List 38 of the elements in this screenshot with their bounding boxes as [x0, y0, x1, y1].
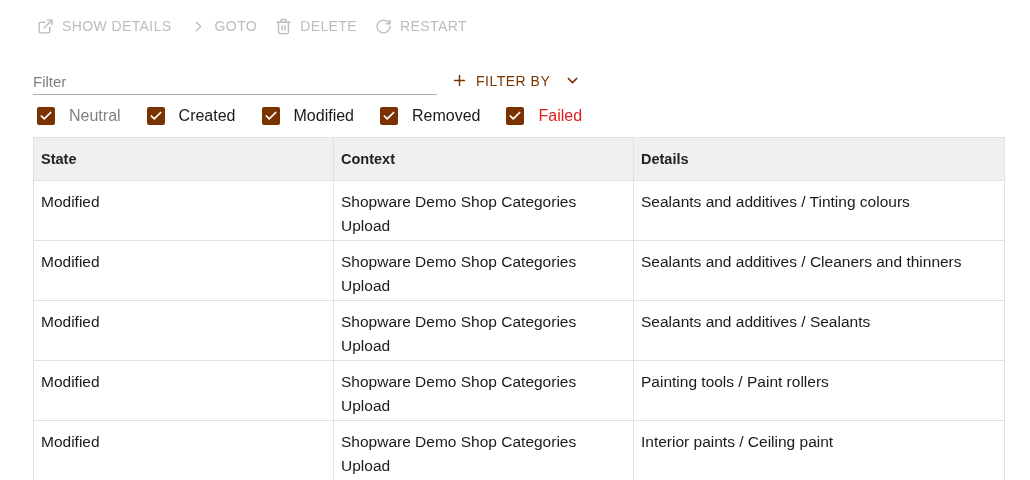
checkbox[interactable] [261, 107, 280, 125]
filter-by-button[interactable]: FILTER BY [451, 72, 582, 95]
checkbox-label: Created [178, 107, 236, 125]
check-icon [39, 109, 53, 123]
table-cell: Sealants and additives / Cleaners and thinners [634, 241, 1004, 301]
table-cell: Modified [34, 421, 334, 480]
column-header: Details [634, 138, 1004, 181]
column-header: Context [334, 138, 634, 181]
checkbox[interactable] [506, 107, 525, 125]
table-cell: Sealants and additives / Sealants [634, 301, 1004, 361]
restart-icon [375, 17, 392, 35]
table-cell: Shopware Demo Shop Categories Upload [334, 241, 634, 301]
table-cell: Sealants and additives / Tinting colours [634, 181, 1004, 241]
trash-icon [275, 17, 293, 35]
checkbox[interactable] [37, 107, 55, 125]
table-cell: Shopware Demo Shop Categories Upload [334, 361, 634, 421]
table-cell: Painting tools / Paint rollers [634, 361, 1004, 421]
column-header: State [34, 138, 334, 181]
table-cell: Shopware Demo Shop Categories Upload [334, 181, 634, 241]
checkbox-label: Removed [412, 107, 481, 125]
check-icon [382, 109, 396, 123]
checkbox-label: Modified [293, 107, 354, 125]
checkbox-label: Failed [538, 107, 583, 125]
checkbox[interactable] [146, 107, 165, 125]
table-cell: Modified [34, 361, 334, 421]
check-icon [148, 109, 163, 123]
table-cell: Interior paints / Ceiling paint [634, 421, 1004, 480]
table-cell: Shopware Demo Shop Categories Upload [334, 301, 634, 361]
check-icon [508, 109, 523, 123]
external-link-icon [37, 17, 54, 35]
checkbox[interactable] [380, 107, 398, 125]
check-icon [263, 109, 278, 123]
table-cell: Modified [34, 301, 334, 361]
plus-icon [451, 72, 468, 89]
table-cell: Shopware Demo Shop Categories Upload [334, 421, 634, 480]
checkbox-label: Neutral [69, 107, 121, 125]
table-cell: Modified [34, 241, 334, 301]
table-cell: Modified [34, 181, 334, 241]
